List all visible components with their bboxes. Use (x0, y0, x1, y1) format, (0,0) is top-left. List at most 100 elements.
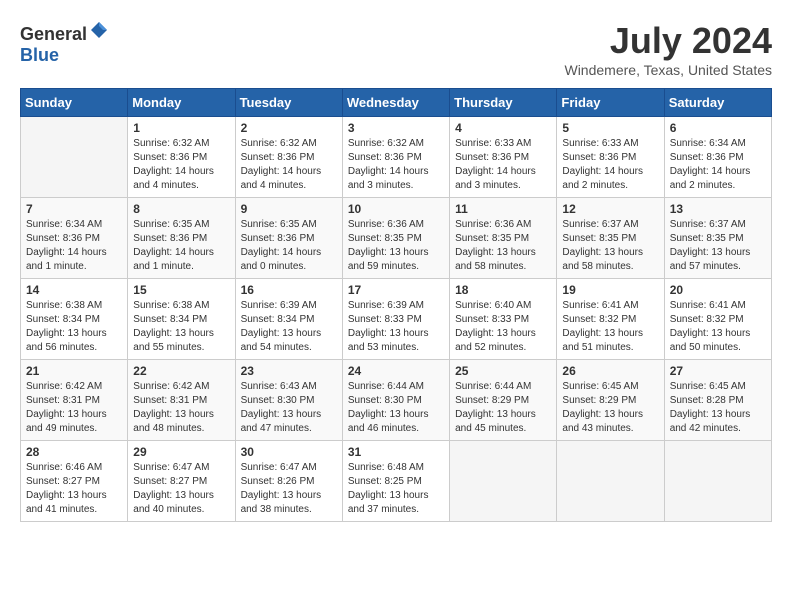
table-row: 1 Sunrise: 6:32 AM Sunset: 8:36 PM Dayli… (128, 117, 235, 198)
day-info: Sunrise: 6:41 AM Sunset: 8:32 PM Dayligh… (562, 299, 658, 355)
sunrise-text: Sunrise: 6:32 AM (348, 138, 424, 149)
daylight-text: Daylight: 13 hours and 54 minutes. (241, 328, 322, 353)
sunset-text: Sunset: 8:34 PM (26, 314, 100, 325)
day-info: Sunrise: 6:35 AM Sunset: 8:36 PM Dayligh… (133, 218, 229, 274)
logo-text: General Blue (20, 20, 109, 66)
day-number: 31 (348, 445, 444, 459)
daylight-text: Daylight: 13 hours and 50 minutes. (670, 328, 751, 353)
day-info: Sunrise: 6:45 AM Sunset: 8:28 PM Dayligh… (670, 380, 766, 436)
daylight-text: Daylight: 13 hours and 58 minutes. (562, 247, 643, 272)
sunset-text: Sunset: 8:36 PM (133, 233, 207, 244)
table-row: 29 Sunrise: 6:47 AM Sunset: 8:27 PM Dayl… (128, 441, 235, 522)
day-info: Sunrise: 6:33 AM Sunset: 8:36 PM Dayligh… (455, 137, 551, 193)
daylight-text: Daylight: 13 hours and 42 minutes. (670, 409, 751, 434)
day-number: 28 (26, 445, 122, 459)
logo-icon (89, 20, 109, 40)
day-number: 7 (26, 202, 122, 216)
table-row: 22 Sunrise: 6:42 AM Sunset: 8:31 PM Dayl… (128, 360, 235, 441)
day-info: Sunrise: 6:46 AM Sunset: 8:27 PM Dayligh… (26, 461, 122, 517)
table-row (21, 117, 128, 198)
daylight-text: Daylight: 13 hours and 43 minutes. (562, 409, 643, 434)
sunrise-text: Sunrise: 6:42 AM (133, 381, 209, 392)
sunset-text: Sunset: 8:36 PM (455, 152, 529, 163)
day-number: 12 (562, 202, 658, 216)
day-info: Sunrise: 6:32 AM Sunset: 8:36 PM Dayligh… (133, 137, 229, 193)
sunset-text: Sunset: 8:35 PM (562, 233, 636, 244)
day-number: 2 (241, 121, 337, 135)
sunset-text: Sunset: 8:26 PM (241, 476, 315, 487)
day-number: 16 (241, 283, 337, 297)
day-number: 3 (348, 121, 444, 135)
daylight-text: Daylight: 14 hours and 2 minutes. (670, 166, 751, 191)
sunset-text: Sunset: 8:35 PM (670, 233, 744, 244)
sunrise-text: Sunrise: 6:32 AM (133, 138, 209, 149)
sunrise-text: Sunrise: 6:38 AM (133, 300, 209, 311)
table-row: 3 Sunrise: 6:32 AM Sunset: 8:36 PM Dayli… (342, 117, 449, 198)
day-number: 10 (348, 202, 444, 216)
table-row: 17 Sunrise: 6:39 AM Sunset: 8:33 PM Dayl… (342, 279, 449, 360)
day-number: 21 (26, 364, 122, 378)
day-info: Sunrise: 6:37 AM Sunset: 8:35 PM Dayligh… (670, 218, 766, 274)
calendar-header-row: Sunday Monday Tuesday Wednesday Thursday… (21, 89, 772, 117)
table-row: 25 Sunrise: 6:44 AM Sunset: 8:29 PM Dayl… (450, 360, 557, 441)
daylight-text: Daylight: 14 hours and 4 minutes. (241, 166, 322, 191)
day-number: 22 (133, 364, 229, 378)
sunrise-text: Sunrise: 6:36 AM (348, 219, 424, 230)
table-row: 30 Sunrise: 6:47 AM Sunset: 8:26 PM Dayl… (235, 441, 342, 522)
day-info: Sunrise: 6:44 AM Sunset: 8:30 PM Dayligh… (348, 380, 444, 436)
day-number: 8 (133, 202, 229, 216)
sunrise-text: Sunrise: 6:47 AM (133, 462, 209, 473)
day-info: Sunrise: 6:48 AM Sunset: 8:25 PM Dayligh… (348, 461, 444, 517)
sunrise-text: Sunrise: 6:33 AM (562, 138, 638, 149)
sunset-text: Sunset: 8:33 PM (348, 314, 422, 325)
table-row: 13 Sunrise: 6:37 AM Sunset: 8:35 PM Dayl… (664, 198, 771, 279)
day-number: 14 (26, 283, 122, 297)
sunrise-text: Sunrise: 6:44 AM (348, 381, 424, 392)
sunrise-text: Sunrise: 6:48 AM (348, 462, 424, 473)
day-info: Sunrise: 6:34 AM Sunset: 8:36 PM Dayligh… (26, 218, 122, 274)
day-number: 11 (455, 202, 551, 216)
day-number: 1 (133, 121, 229, 135)
daylight-text: Daylight: 13 hours and 55 minutes. (133, 328, 214, 353)
day-number: 15 (133, 283, 229, 297)
day-number: 6 (670, 121, 766, 135)
col-sunday: Sunday (21, 89, 128, 117)
sunrise-text: Sunrise: 6:45 AM (670, 381, 746, 392)
sunrise-text: Sunrise: 6:39 AM (241, 300, 317, 311)
sunrise-text: Sunrise: 6:32 AM (241, 138, 317, 149)
day-number: 27 (670, 364, 766, 378)
table-row: 10 Sunrise: 6:36 AM Sunset: 8:35 PM Dayl… (342, 198, 449, 279)
day-info: Sunrise: 6:43 AM Sunset: 8:30 PM Dayligh… (241, 380, 337, 436)
daylight-text: Daylight: 13 hours and 53 minutes. (348, 328, 429, 353)
table-row: 8 Sunrise: 6:35 AM Sunset: 8:36 PM Dayli… (128, 198, 235, 279)
sunrise-text: Sunrise: 6:43 AM (241, 381, 317, 392)
sunrise-text: Sunrise: 6:44 AM (455, 381, 531, 392)
sunset-text: Sunset: 8:31 PM (133, 395, 207, 406)
day-info: Sunrise: 6:42 AM Sunset: 8:31 PM Dayligh… (26, 380, 122, 436)
day-number: 30 (241, 445, 337, 459)
daylight-text: Daylight: 13 hours and 59 minutes. (348, 247, 429, 272)
daylight-text: Daylight: 14 hours and 1 minute. (26, 247, 107, 272)
day-info: Sunrise: 6:42 AM Sunset: 8:31 PM Dayligh… (133, 380, 229, 436)
table-row: 5 Sunrise: 6:33 AM Sunset: 8:36 PM Dayli… (557, 117, 664, 198)
sunset-text: Sunset: 8:32 PM (670, 314, 744, 325)
daylight-text: Daylight: 14 hours and 2 minutes. (562, 166, 643, 191)
sunset-text: Sunset: 8:35 PM (348, 233, 422, 244)
day-number: 29 (133, 445, 229, 459)
sunrise-text: Sunrise: 6:33 AM (455, 138, 531, 149)
logo-blue: Blue (20, 45, 59, 65)
sunset-text: Sunset: 8:31 PM (26, 395, 100, 406)
sunset-text: Sunset: 8:33 PM (455, 314, 529, 325)
table-row (557, 441, 664, 522)
sunset-text: Sunset: 8:29 PM (562, 395, 636, 406)
sunset-text: Sunset: 8:30 PM (348, 395, 422, 406)
table-row: 7 Sunrise: 6:34 AM Sunset: 8:36 PM Dayli… (21, 198, 128, 279)
day-number: 5 (562, 121, 658, 135)
day-info: Sunrise: 6:33 AM Sunset: 8:36 PM Dayligh… (562, 137, 658, 193)
sunrise-text: Sunrise: 6:35 AM (241, 219, 317, 230)
daylight-text: Daylight: 13 hours and 40 minutes. (133, 490, 214, 515)
table-row (664, 441, 771, 522)
sunset-text: Sunset: 8:30 PM (241, 395, 315, 406)
day-info: Sunrise: 6:37 AM Sunset: 8:35 PM Dayligh… (562, 218, 658, 274)
sunset-text: Sunset: 8:36 PM (241, 152, 315, 163)
